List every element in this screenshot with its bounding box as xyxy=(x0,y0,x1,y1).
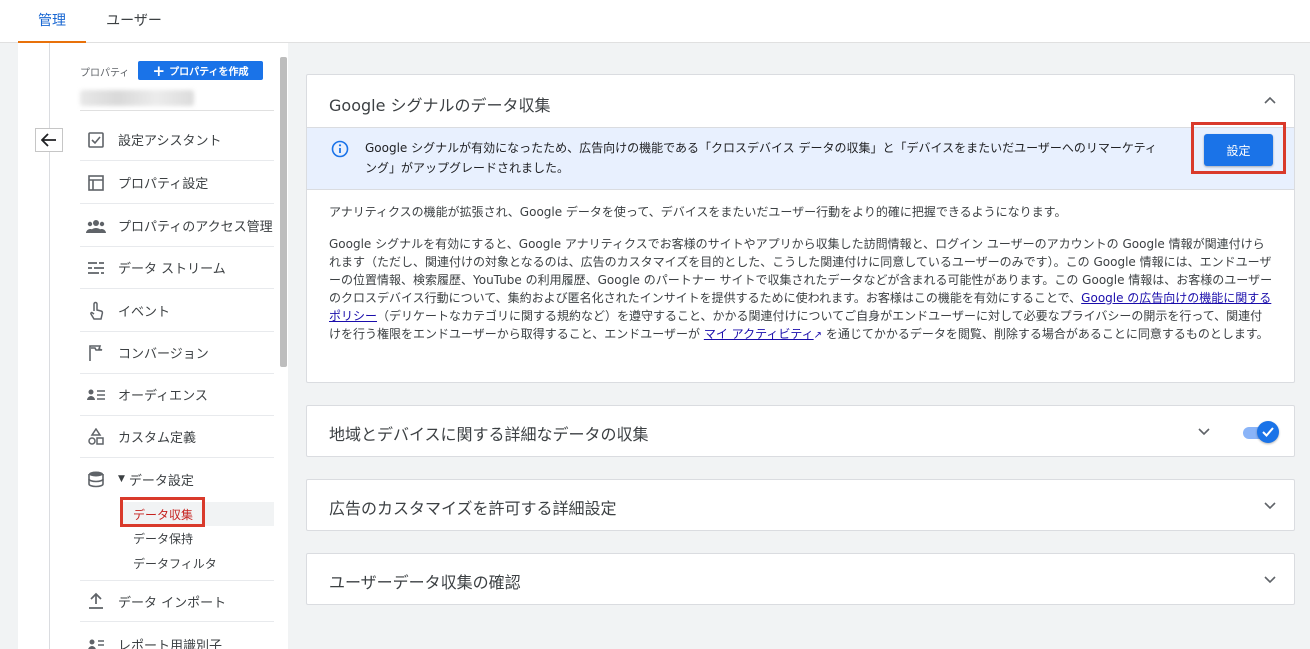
ads-personalization-card[interactable]: 広告のカスタマイズを許可する詳細設定 xyxy=(306,479,1295,531)
touch-icon xyxy=(86,301,106,321)
arrow-left-icon xyxy=(41,133,56,147)
my-activity-link[interactable]: マイ アクティビティ xyxy=(704,327,814,341)
nav-item-label: プロパティのアクセス管理 xyxy=(118,220,273,235)
shapes-icon xyxy=(86,427,106,447)
caret-down-icon: ▼ xyxy=(118,474,125,484)
nav-item-audiences[interactable]: オーディエンス xyxy=(80,374,274,416)
card-title: Google シグナルのデータ収集 xyxy=(329,96,551,115)
property-label: プロパティ xyxy=(80,68,130,79)
people-icon xyxy=(86,216,106,236)
nav-item-label: レポート用識別子 xyxy=(118,638,223,649)
nav-item-label: 設定アシスタント xyxy=(118,134,222,149)
granular-data-card[interactable]: 地域とデバイスに関する詳細なデータの収集 xyxy=(306,405,1295,457)
text-segment: を通じてかかるデータを閲覧、削除する場合があることに同意するものとします。 xyxy=(822,327,1269,341)
nav-item-reporting-identity[interactable]: レポート用識別子 xyxy=(80,623,274,649)
flag-icon xyxy=(86,343,106,363)
nav-item-access-management[interactable]: プロパティのアクセス管理 xyxy=(80,205,274,247)
id-icon xyxy=(86,634,106,649)
check-icon xyxy=(1257,421,1279,443)
sub-item-data-collection[interactable]: データ収集 xyxy=(120,502,274,526)
nav-item-label: データ設定 xyxy=(128,473,194,489)
plus-icon: + xyxy=(152,61,166,80)
card-title: 広告のカスタマイズを許可する詳細設定 xyxy=(329,499,617,518)
banner-message: Google シグナルが有効になったため、広告向けの機能である「クロスデバイス … xyxy=(365,141,1157,175)
chevron-up-icon[interactable] xyxy=(1262,92,1278,108)
nav-item-property-settings[interactable]: プロパティ設定 xyxy=(80,162,274,204)
nav-item-custom-definitions[interactable]: カスタム定義 xyxy=(80,416,274,458)
window-icon xyxy=(86,173,106,193)
google-signals-card: Google シグナルのデータ収集 Google シグナルが有効になったため、広… xyxy=(306,74,1295,383)
nav-item-data-import[interactable]: データ インポート xyxy=(80,580,274,622)
stream-icon xyxy=(86,258,106,278)
back-button[interactable] xyxy=(35,128,63,152)
top-tab-bar: 管理 ユーザー xyxy=(0,0,1310,43)
nav-item-events[interactable]: イベント xyxy=(80,290,274,332)
nav-item-setup-assistant[interactable]: 設定アシスタント xyxy=(80,119,274,161)
nav-item-data-streams[interactable]: データ ストリーム xyxy=(80,247,274,289)
nav-item-label: オーディエンス xyxy=(118,389,208,404)
audience-icon xyxy=(86,385,106,405)
create-property-label: プロパティを作成 xyxy=(169,67,249,78)
tab-admin[interactable]: 管理 xyxy=(18,0,86,43)
description-paragraph: アナリティクスの機能が拡張され、Google データを使って、デバイスをまたいだ… xyxy=(329,205,1067,219)
nav-item-label: イベント xyxy=(118,305,171,320)
nav-item-label: コンバージョン xyxy=(118,347,209,362)
nav-item-conversions[interactable]: コンバージョン xyxy=(80,332,274,374)
property-name-redacted[interactable] xyxy=(80,90,194,106)
chevron-down-icon[interactable] xyxy=(1262,572,1278,588)
external-link-icon: ↗ xyxy=(813,330,823,341)
database-icon xyxy=(86,469,106,489)
chevron-down-icon[interactable] xyxy=(1196,424,1212,440)
user-data-acknowledgement-card[interactable]: ユーザーデータ収集の確認 xyxy=(306,553,1295,605)
nav-item-label: プロパティ設定 xyxy=(118,177,209,192)
nav-item-data-settings[interactable]: ▼ データ設定 xyxy=(80,458,274,500)
divider xyxy=(80,110,274,111)
checklist-icon xyxy=(86,130,106,150)
tab-user[interactable]: ユーザー xyxy=(95,0,173,43)
description-paragraph-detail: Google シグナルを有効にすると、Google アナリティクスでお客様のサイ… xyxy=(329,235,1274,345)
chevron-down-icon[interactable] xyxy=(1262,498,1278,514)
left-panel-scrollbar[interactable] xyxy=(280,57,287,367)
card-title: ユーザーデータ収集の確認 xyxy=(329,573,521,592)
card-title: 地域とデバイスに関する詳細なデータの収集 xyxy=(329,425,649,444)
sub-item-data-filters[interactable]: データフィルタ xyxy=(120,551,274,575)
granular-data-toggle[interactable] xyxy=(1243,421,1279,443)
info-banner: Google シグナルが有効になったため、広告向けの機能である「クロスデバイス … xyxy=(307,127,1294,190)
nav-item-label: データ インポート xyxy=(118,595,227,611)
settings-button[interactable]: 設定 xyxy=(1204,134,1273,166)
sub-item-data-retention[interactable]: データ保持 xyxy=(120,526,274,550)
nav-item-label: データ ストリーム xyxy=(118,262,226,277)
create-property-button[interactable]: + プロパティを作成 xyxy=(138,61,263,80)
upload-icon xyxy=(86,591,106,611)
nav-item-label: カスタム定義 xyxy=(118,431,197,446)
info-icon xyxy=(331,140,349,158)
